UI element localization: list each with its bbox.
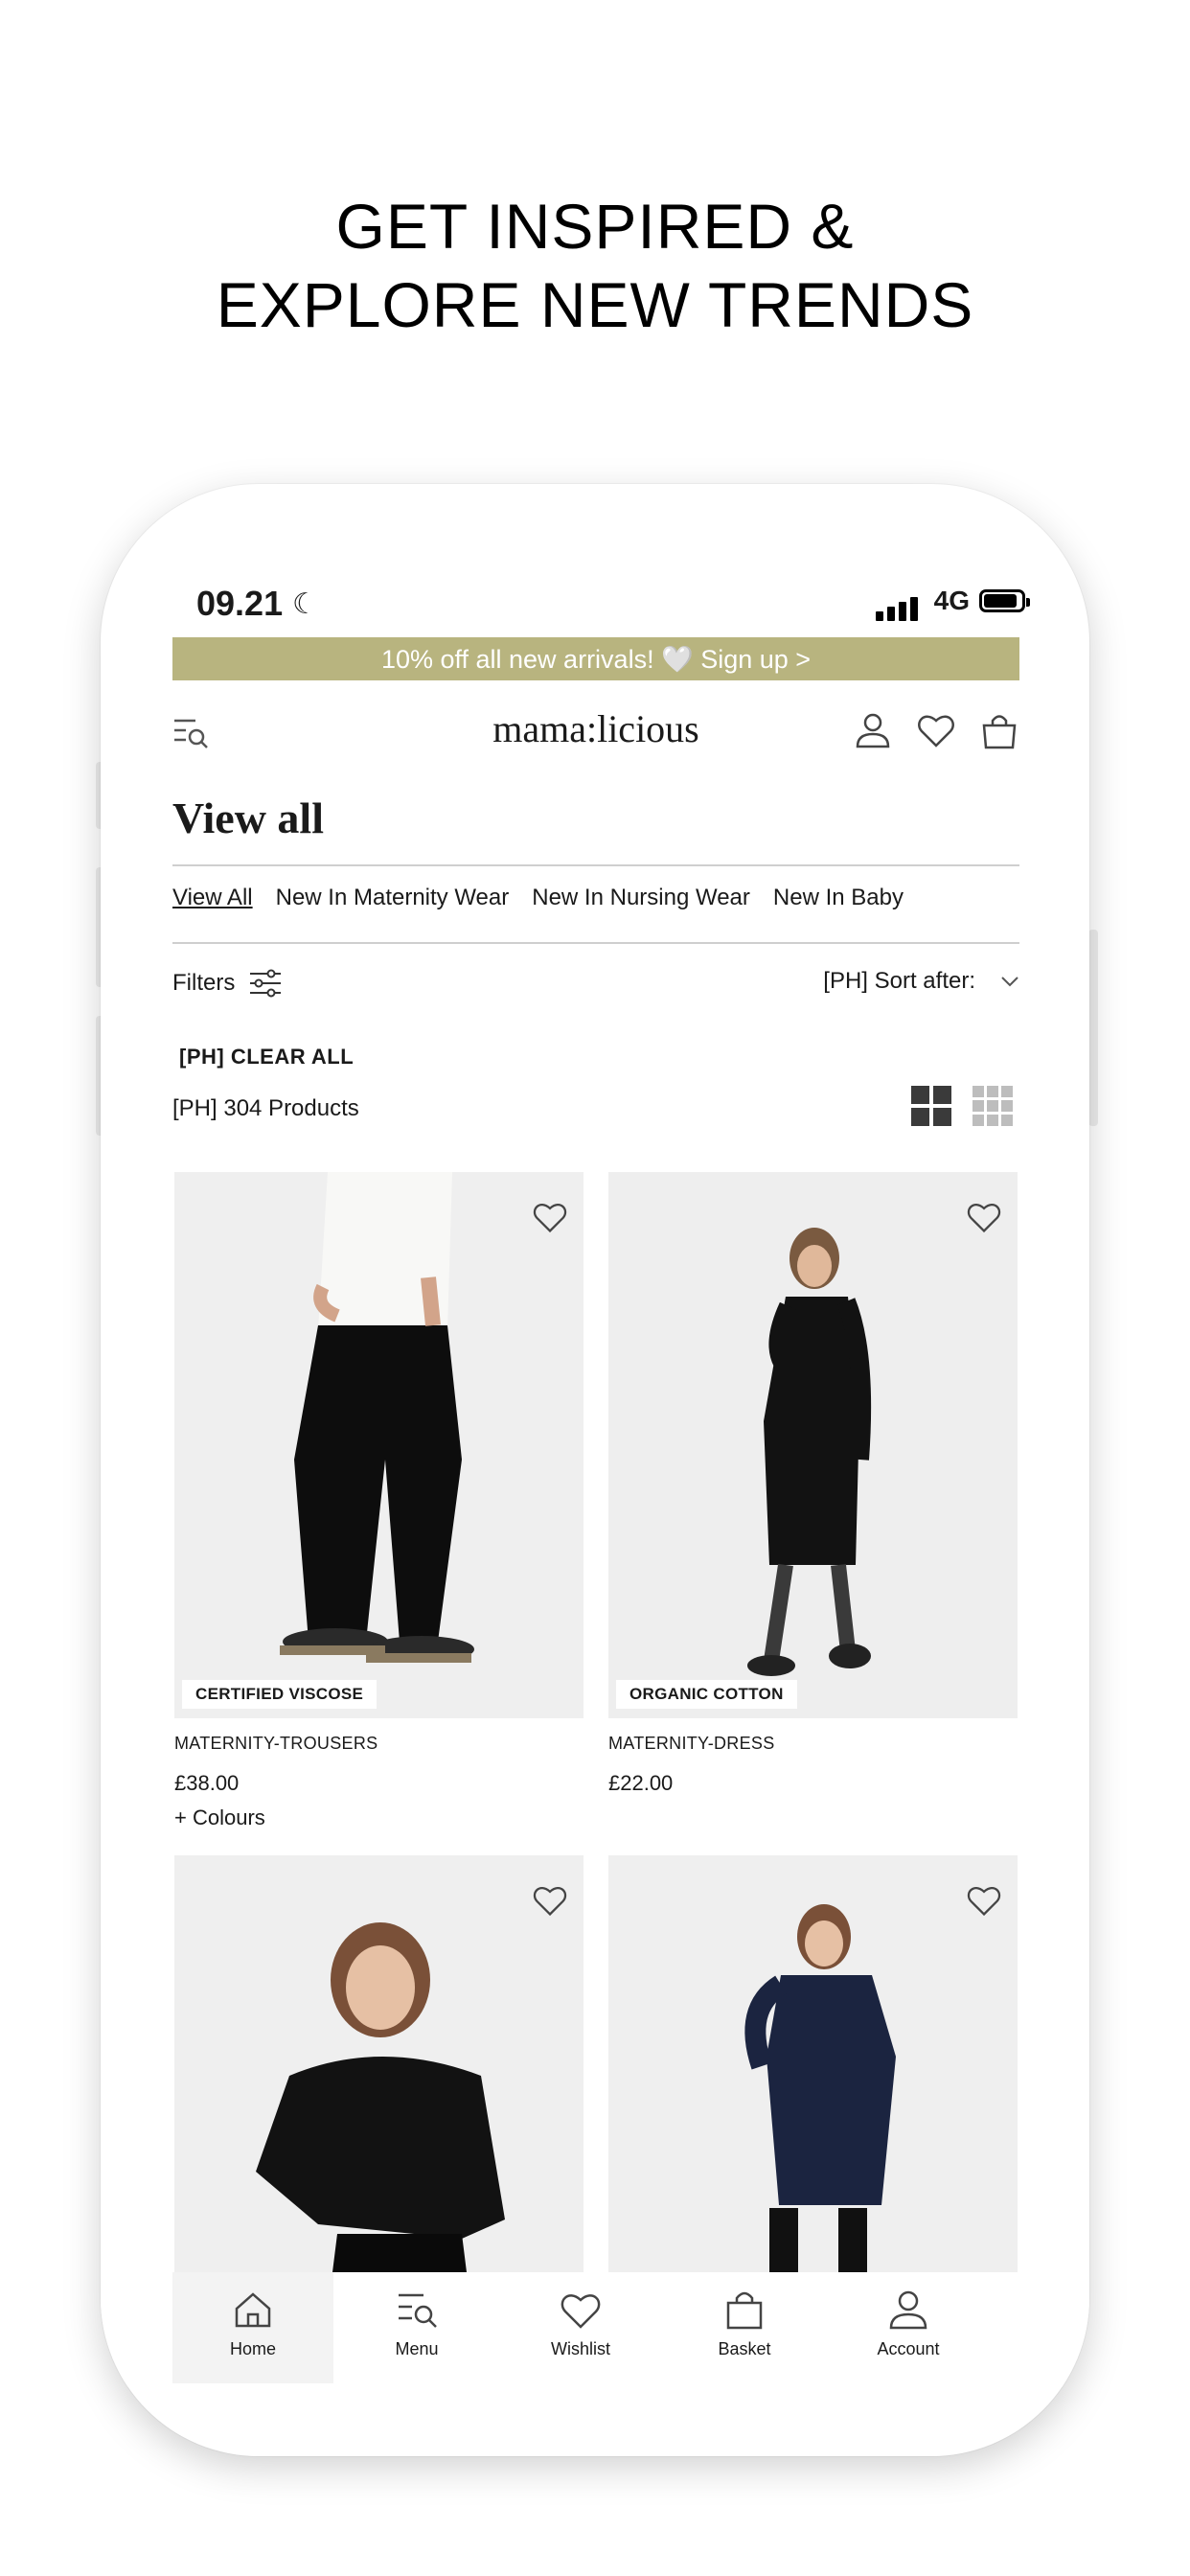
tab-wishlist[interactable]: Wishlist (523, 2288, 638, 2359)
tab-menu[interactable]: Menu (359, 2288, 474, 2359)
filters-button[interactable]: Filters (172, 968, 283, 999)
view-toggle (911, 1086, 1013, 1126)
tab-basket-label: Basket (718, 2339, 771, 2358)
wishlist-heart-icon[interactable] (966, 1882, 1002, 1919)
product-tag: CERTIFIED VISCOSE (182, 1680, 378, 1709)
sort-dropdown[interactable]: [PH] Sort after: (823, 968, 1019, 995)
tab-nursing-wear[interactable]: New In Nursing Wear (532, 885, 750, 911)
tab-view-all[interactable]: View All (172, 885, 253, 911)
tab-account-label: Account (877, 2339, 940, 2358)
product-colours-link[interactable]: + Colours (174, 1806, 584, 1830)
product-card[interactable] (174, 1855, 584, 2272)
status-bar: 09.21 ☾ 4G (196, 580, 1030, 637)
product-photo-trousers (174, 1172, 584, 1718)
side-button (1088, 930, 1098, 1126)
moon-icon: ☾ (292, 588, 318, 620)
promo-banner[interactable]: 10% off all new arrivals! 🤍 Sign up > (172, 637, 1019, 680)
wishlist-heart-icon[interactable] (966, 1199, 1002, 1235)
phone-frame: 09.21 ☾ 4G 10% off all new arrivals! 🤍 S… (101, 484, 1089, 2456)
divider (172, 864, 1019, 866)
tab-menu-label: Menu (395, 2339, 439, 2358)
wishlist-heart-icon[interactable] (532, 1882, 568, 1919)
product-tag: ORGANIC COTTON (616, 1680, 797, 1709)
promo-banner-text: 10% off all new arrivals! 🤍 Sign up > (380, 644, 812, 674)
top-bar: mama:licious (172, 695, 1019, 771)
product-photo-dress (608, 1172, 1018, 1718)
product-price: £38.00 (174, 1771, 240, 1795)
filters-label: Filters (172, 970, 236, 996)
headline-line-1: GET INSPIRED & (335, 191, 855, 262)
product-image[interactable] (174, 1855, 584, 2272)
product-photo-shirt (174, 1855, 584, 2272)
tab-basket[interactable]: Basket (687, 2288, 802, 2359)
product-name[interactable]: MATERNITY-TROUSERS (174, 1734, 584, 1754)
product-card[interactable] (608, 1855, 1018, 2272)
product-card[interactable]: ORGANIC COTTON MATERNITY-DRESS £22.00 (608, 1172, 1018, 1796)
heart-icon (561, 2294, 601, 2329)
menu-search-icon (399, 2293, 437, 2328)
product-price: £22.00 (608, 1771, 674, 1795)
grid-3-icon[interactable] (973, 1086, 1013, 1126)
product-photo-knit-dress (608, 1855, 1018, 2272)
category-tabs: View All New In Maternity Wear New In Nu… (172, 885, 904, 911)
divider (172, 942, 1019, 944)
grid-2-icon[interactable] (911, 1086, 951, 1126)
tab-home-label: Home (229, 2339, 276, 2358)
tab-wishlist-label: Wishlist (551, 2339, 610, 2358)
basket-icon[interactable] (979, 710, 1019, 750)
product-name[interactable]: MATERNITY-DRESS (608, 1734, 1018, 1754)
headline-line-2: EXPLORE NEW TRENDS (216, 269, 974, 340)
tab-home[interactable]: Home (195, 2288, 310, 2359)
battery-icon (979, 589, 1030, 612)
tab-maternity-wear[interactable]: New In Maternity Wear (276, 885, 510, 911)
product-image[interactable]: CERTIFIED VISCOSE (174, 1172, 584, 1718)
headline: GET INSPIRED & EXPLORE NEW TRENDS (0, 187, 1190, 344)
status-time: 09.21 (196, 584, 284, 623)
page-title: View all (172, 794, 324, 842)
wishlist-icon[interactable] (916, 710, 956, 750)
tab-account[interactable]: Account (851, 2288, 966, 2359)
account-icon[interactable] (853, 710, 893, 750)
product-count: [PH] 304 Products (172, 1095, 359, 1121)
sliders-icon (250, 969, 282, 998)
chevron-down-icon (1001, 977, 1018, 987)
sort-label: [PH] Sort after: (823, 968, 975, 994)
signal-icon (876, 597, 918, 621)
product-image[interactable]: ORGANIC COTTON (608, 1172, 1018, 1718)
product-card[interactable]: CERTIFIED VISCOSE MATERNITY-TROUSERS £38… (174, 1172, 584, 1830)
bottom-tab-bar: Home Menu Wishlist Basket Account (101, 2272, 1089, 2387)
user-icon (889, 2290, 927, 2330)
product-image[interactable] (608, 1855, 1018, 2272)
network-label: 4G (933, 586, 970, 615)
clear-all-button[interactable]: [PH] CLEAR ALL (179, 1045, 354, 1070)
wishlist-heart-icon[interactable] (532, 1199, 568, 1235)
tab-baby[interactable]: New In Baby (773, 885, 904, 911)
bag-icon (726, 2291, 763, 2330)
home-icon (235, 2292, 271, 2328)
